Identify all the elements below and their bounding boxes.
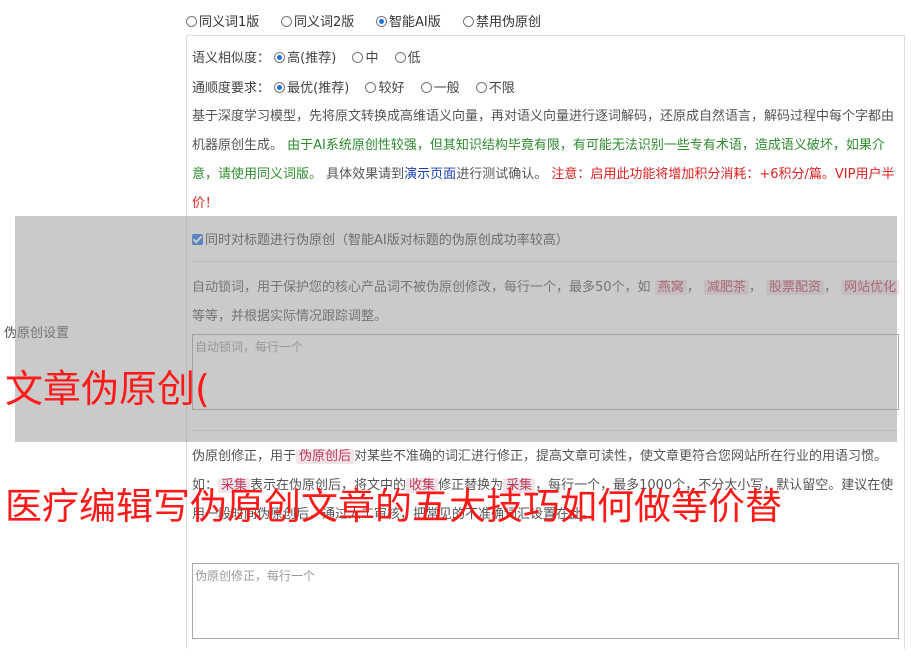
radio-icon[interactable] [365, 82, 377, 93]
option-label: 低 [407, 51, 421, 66]
option-synonym-v2[interactable]: 同义词2版 [281, 11, 354, 30]
option-label: 同义词2版 [294, 15, 355, 30]
option-disable[interactable]: 禁用伪原创 [463, 11, 541, 30]
radio-icon[interactable] [394, 52, 406, 63]
radio-icon[interactable] [274, 52, 286, 63]
option-label: 智能AI版 [389, 15, 441, 30]
fluency-good[interactable]: 较好 [365, 81, 404, 96]
option-label: 高(推荐) [287, 51, 337, 66]
radio-icon[interactable] [475, 82, 487, 93]
radio-icon[interactable] [420, 82, 432, 93]
option-label: 不限 [488, 81, 515, 96]
radio-icon[interactable] [376, 16, 387, 27]
option-ai[interactable]: 智能AI版 [376, 11, 441, 30]
option-synonym-v1[interactable]: 同义词1版 [186, 11, 259, 30]
option-label: 最优(推荐) [287, 81, 350, 96]
demo-page-link[interactable]: 演示页面 [404, 167, 456, 182]
option-label: 禁用伪原创 [476, 15, 542, 30]
overlay-title-1: 文章伪原创( [5, 367, 210, 411]
radio-icon[interactable] [186, 16, 197, 27]
description-text: 伪原创修正，用于 [192, 449, 297, 464]
description-text: 具体效果请到 [326, 167, 405, 182]
similarity-mid[interactable]: 中 [352, 51, 378, 66]
fluency-label: 通顺度要求： [192, 81, 271, 96]
radio-icon[interactable] [463, 16, 474, 27]
overlay-title-2: 医疗编辑写伪原创文章的五大技巧如何做等价替 [5, 485, 782, 528]
fluency-any[interactable]: 不限 [475, 81, 515, 96]
radio-icon[interactable] [352, 52, 364, 63]
radio-icon[interactable] [274, 82, 286, 93]
fluency-row: 通顺度要求： 最优(推荐) 较好 一般 不限 [192, 77, 515, 96]
option-label: 较好 [378, 81, 405, 96]
similarity-high[interactable]: 高(推荐) [274, 51, 336, 66]
option-label: 一般 [433, 81, 460, 96]
similarity-low[interactable]: 低 [394, 51, 421, 66]
example-tag: 伪原创后 [296, 449, 355, 464]
option-label: 中 [365, 51, 379, 66]
similarity-row: 语义相似度： 高(推荐) 中 低 [192, 47, 421, 66]
description-text: 进行测试确认。 [456, 167, 548, 182]
fluency-normal[interactable]: 一般 [420, 81, 460, 96]
ai-description: 基于深度学习模型，先将原文转换成高维语义向量，再对语义向量进行逐词解码，还原成自… [192, 102, 904, 218]
correction-textarea[interactable]: 伪原创修正，每行一个 [192, 563, 899, 639]
radio-icon[interactable] [281, 16, 292, 27]
fluency-best[interactable]: 最优(推荐) [274, 81, 349, 96]
option-label: 同义词1版 [199, 15, 260, 30]
similarity-label: 语义相似度： [192, 51, 271, 66]
